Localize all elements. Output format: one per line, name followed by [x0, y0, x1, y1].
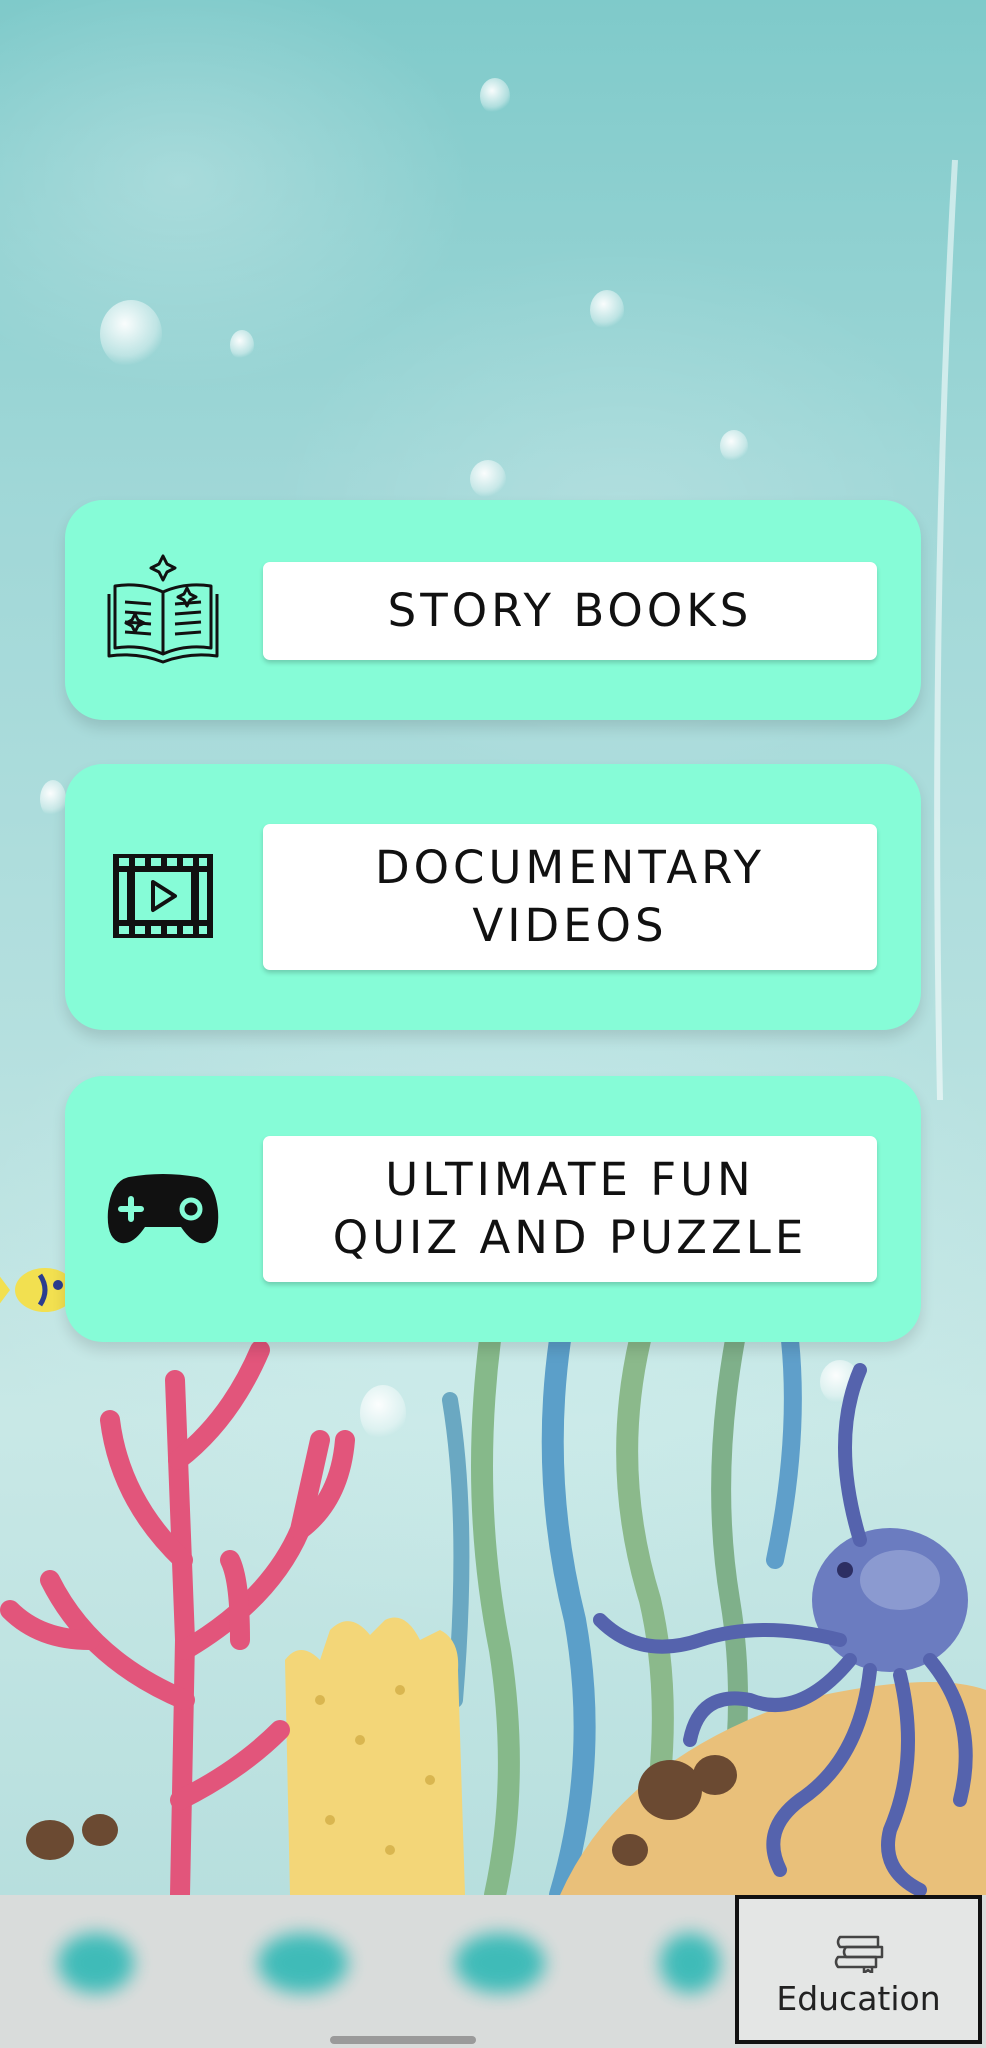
quiz-puzzle-label[interactable]: ULTIMATE FUN QUIZ AND PUZZLE	[263, 1136, 877, 1282]
nav-tab-blurred-2[interactable]	[258, 1933, 348, 1993]
film-play-icon	[103, 836, 223, 956]
app-screen: STORY BOOKS DOCUMENTARY VIDEOS ULTIMATE …	[0, 0, 986, 2048]
nav-tab-education-label: Education	[776, 1979, 941, 2018]
fish	[0, 1268, 75, 1312]
books-icon	[834, 1935, 883, 1973]
gamepad-icon	[103, 1148, 223, 1268]
story-books-label[interactable]: STORY BOOKS	[263, 562, 877, 660]
nav-tab-blurred-4[interactable]	[660, 1933, 720, 1993]
documentary-videos-label[interactable]: DOCUMENTARY VIDEOS	[263, 824, 877, 970]
open-book-icon	[103, 550, 223, 670]
story-books-card[interactable]: STORY BOOKS	[65, 500, 921, 720]
bottom-navigation-bar: Education	[0, 1895, 986, 2048]
nav-tab-blurred-1[interactable]	[58, 1933, 134, 1993]
home-indicator	[330, 2036, 476, 2044]
nav-tab-education[interactable]: Education	[735, 1895, 982, 2044]
quiz-puzzle-card[interactable]: ULTIMATE FUN QUIZ AND PUZZLE	[65, 1076, 921, 1342]
nav-tab-blurred-3[interactable]	[455, 1933, 545, 1993]
documentary-videos-card[interactable]: DOCUMENTARY VIDEOS	[65, 764, 921, 1030]
